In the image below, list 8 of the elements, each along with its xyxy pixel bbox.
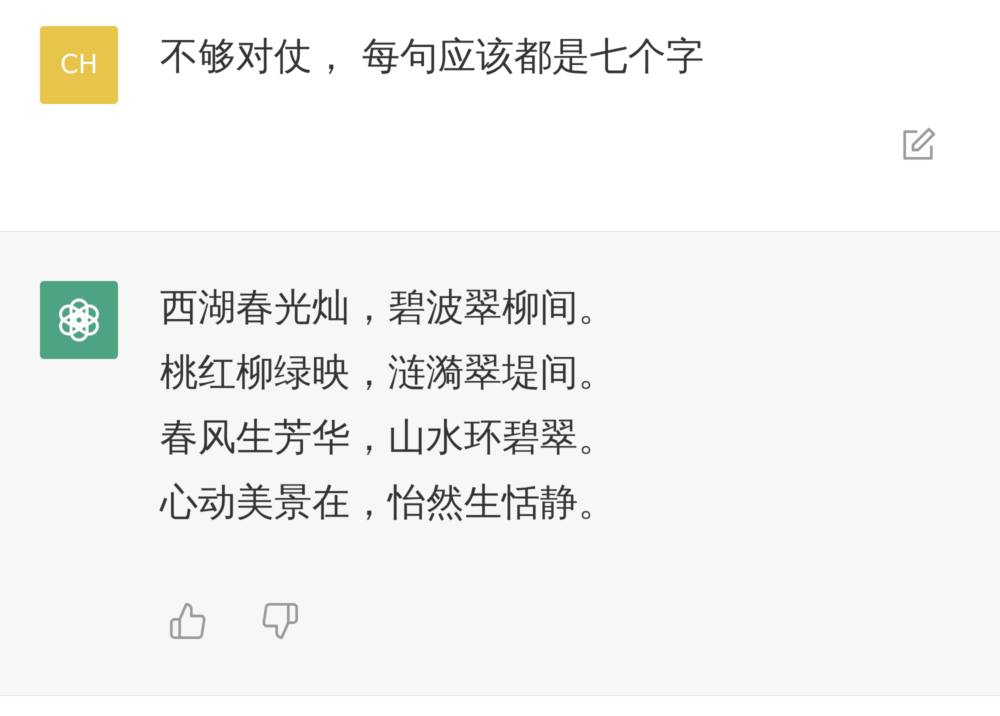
message-text: 春风生芳华，山水环碧翠。 bbox=[160, 414, 617, 461]
thumbs-up-icon[interactable] bbox=[168, 601, 208, 641]
message-text: 心动美景在，怡然生恬静。 bbox=[160, 479, 617, 526]
message-text: 西湖春光灿，碧波翠柳间。 bbox=[160, 284, 617, 331]
user-avatar: CH bbox=[40, 26, 118, 104]
message-text: 桃红柳绿映，涟漪翠堤间。 bbox=[160, 349, 617, 396]
message-text: 不够对仗， 每句应该都是七个字 bbox=[160, 33, 706, 80]
thumbs-down-icon[interactable] bbox=[260, 601, 300, 641]
